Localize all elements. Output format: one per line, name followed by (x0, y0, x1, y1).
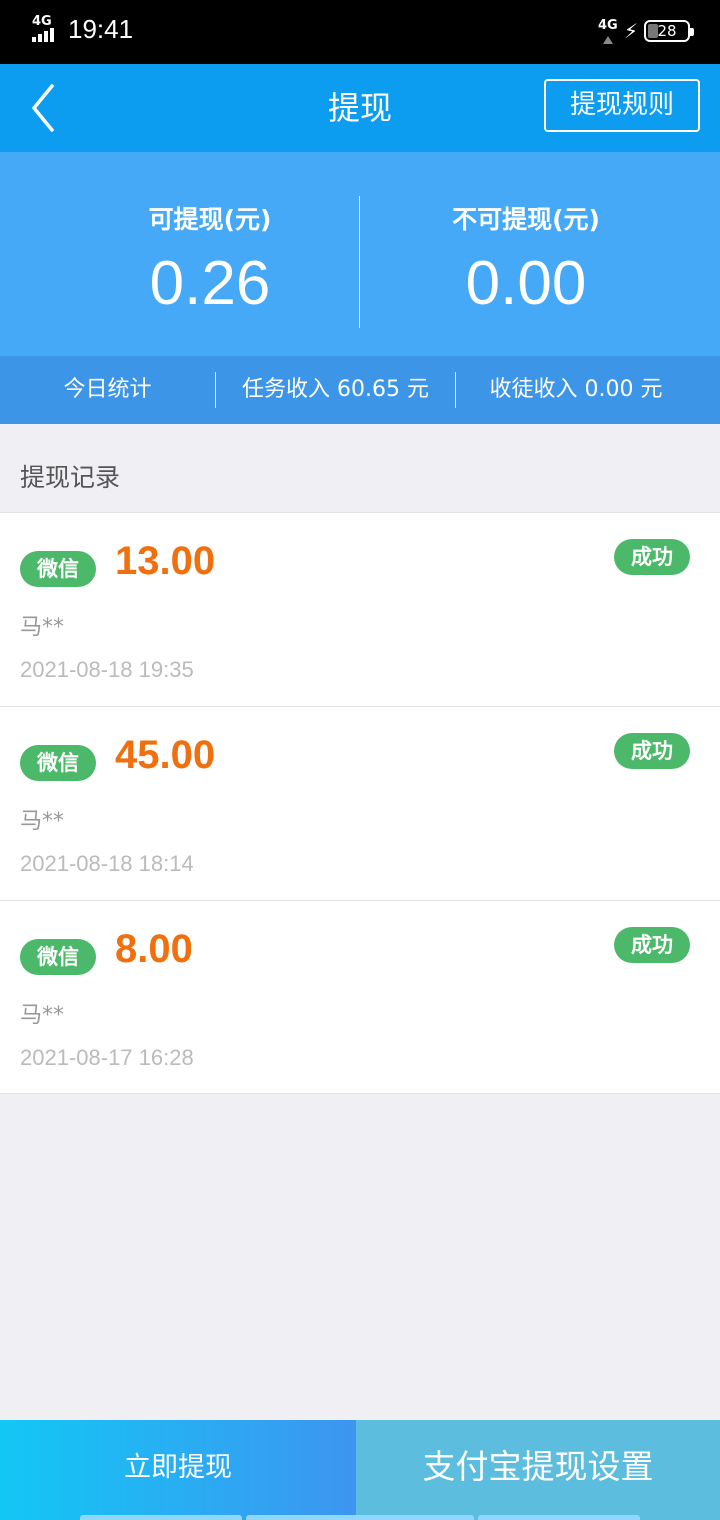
record-name: 马** (20, 615, 65, 640)
today-stats-label: 今日统计 (63, 377, 152, 402)
non-withdrawable-balance: 不可提现(元) 0.00 (346, 152, 706, 356)
channel-badge: 微信 (20, 551, 96, 587)
status-badge: 成功 (614, 927, 690, 963)
task-income: 任务收入 60.65 元 (242, 377, 429, 402)
withdraw-record[interactable]: 微信 13.00 成功 马** 2021-08-18 19:35 (0, 512, 720, 706)
battery-level: 28 (657, 22, 677, 40)
status-badge: 成功 (614, 539, 690, 575)
status-left: 4G 19:41 (30, 14, 133, 44)
today-stats-bar: 今日统计 任务收入 60.65 元 收徒收入 0.00 元 (0, 356, 720, 424)
status-badge: 成功 (614, 733, 690, 769)
network-type: 4G (32, 14, 52, 29)
alipay-settings-button[interactable]: 支付宝提现设置 (356, 1420, 720, 1520)
record-amount: 8.00 (115, 927, 193, 971)
withdraw-record[interactable]: 微信 45.00 成功 马** 2021-08-18 18:14 (0, 706, 720, 900)
battery-icon: 28 (644, 20, 694, 42)
channel-badge: 微信 (20, 745, 96, 781)
withdrawable-label: 可提现(元) (148, 205, 272, 234)
non-withdrawable-value: 0.00 (465, 249, 587, 318)
record-name: 马** (20, 809, 65, 834)
record-amount: 45.00 (115, 733, 216, 777)
clock: 19:41 (68, 14, 134, 44)
nav-indicator (246, 1515, 474, 1520)
record-amount: 13.00 (115, 539, 216, 583)
withdrawable-value: 0.26 (149, 249, 271, 318)
nav-indicator (80, 1515, 242, 1520)
network-type-right: 4G (597, 18, 618, 33)
withdraw-record[interactable]: 微信 8.00 成功 马** 2021-08-17 16:28 (0, 900, 720, 1094)
record-time: 2021-08-18 19:35 (20, 657, 194, 682)
signal-icon: 4G (30, 14, 60, 44)
non-withdrawable-label: 不可提现(元) (452, 205, 600, 234)
withdrawable-balance: 可提现(元) 0.26 (30, 152, 390, 356)
status-right: 4G ⚡ 28 (598, 18, 694, 44)
balance-panel: 可提现(元) 0.26 不可提现(元) 0.00 (0, 152, 720, 356)
withdraw-rules-button[interactable]: 提现规则 (544, 79, 700, 132)
nav-bar: 提现 提现规则 (0, 64, 720, 152)
record-name: 马** (20, 1003, 65, 1028)
records-header: 提现记录 (20, 463, 121, 492)
record-time: 2021-08-17 16:28 (20, 1045, 194, 1070)
withdraw-now-button[interactable]: 立即提现 (0, 1420, 356, 1520)
channel-badge: 微信 (20, 939, 96, 975)
network-icon: 4G (598, 18, 618, 44)
record-time: 2021-08-18 18:14 (20, 851, 194, 876)
charging-icon: ⚡ (623, 19, 638, 43)
apprentice-income: 收徒收入 0.00 元 (489, 377, 663, 402)
bottom-action-bar: 立即提现 支付宝提现设置 (0, 1420, 720, 1520)
nav-indicator (478, 1515, 640, 1520)
status-bar: 4G 19:41 4G ⚡ 28 (0, 0, 720, 64)
